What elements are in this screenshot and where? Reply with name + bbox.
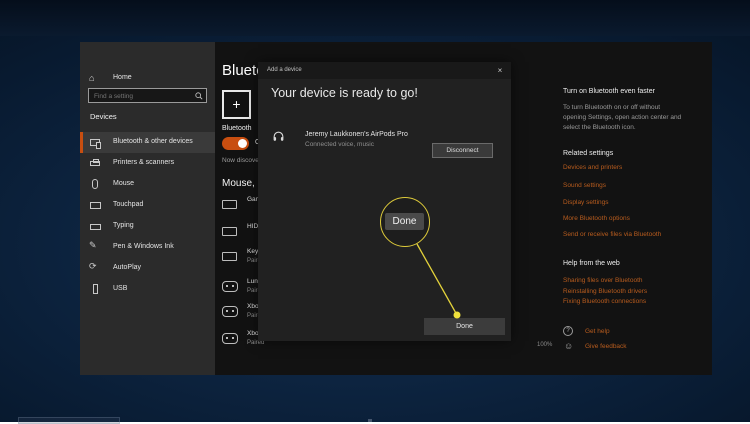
sidebar-item-printers-scanners[interactable]: Printers & scanners <box>80 153 215 174</box>
feedback-icon: ☺ <box>564 341 573 351</box>
gamepad-icon <box>222 306 238 317</box>
wallpaper-horizon-band <box>0 0 750 36</box>
settings-sidebar: ⌂ Home Devices Bluetooth & other devices… <box>80 42 215 375</box>
plus-icon: + <box>232 96 240 112</box>
autoplay-icon: ⟳ <box>89 261 97 272</box>
add-device-button[interactable]: + <box>222 90 251 119</box>
volume-percent-label: 100% <box>537 342 552 348</box>
dialog-title: Add a device <box>267 67 302 73</box>
magnified-done-button: Done <box>385 213 424 230</box>
device-name: Jeremy Laukkonen's AirPods Pro <box>305 131 408 138</box>
related-settings-title: Related settings <box>563 150 613 157</box>
search-box <box>88 88 207 103</box>
gamepad-icon <box>222 333 238 344</box>
sidebar-item-usb[interactable]: USB <box>80 279 215 300</box>
pen-icon: ✎ <box>89 240 97 251</box>
sidebar-section-devices: Devices <box>90 112 117 121</box>
link-reinstalling-drivers[interactable]: Reinstalling Bluetooth drivers <box>563 288 647 295</box>
disconnect-button[interactable]: Disconnect <box>432 143 493 158</box>
link-devices-and-printers[interactable]: Devices and printers <box>563 164 622 171</box>
link-sound-settings[interactable]: Sound settings <box>563 182 606 189</box>
callout-magnifier-circle: Done <box>380 197 430 247</box>
bluetooth-toggle-label: Bluetooth <box>222 125 252 132</box>
link-more-bluetooth-options[interactable]: More Bluetooth options <box>563 215 630 222</box>
keyboard-icon <box>90 224 101 230</box>
sidebar-item-pen-windows-ink[interactable]: ✎ Pen & Windows Ink <box>80 237 215 258</box>
help-from-web-title: Help from the web <box>563 260 620 267</box>
headphones-icon <box>272 130 285 143</box>
mouse-icon <box>92 179 98 189</box>
done-button[interactable]: Done <box>424 318 505 335</box>
bluetooth-toggle[interactable] <box>222 137 249 150</box>
tip-body: To turn Bluetooth on or off without open… <box>563 103 683 133</box>
devices-icon <box>90 139 100 146</box>
get-help-link[interactable]: ? Get help <box>563 326 695 340</box>
link-send-receive-files[interactable]: Send or receive files via Bluetooth <box>563 231 661 238</box>
wallpaper-artifact <box>18 417 120 424</box>
give-feedback-link[interactable]: ☺ Give feedback <box>563 341 695 355</box>
selected-accent-bar <box>80 132 83 153</box>
dialog-titlebar: Add a device × <box>258 62 511 79</box>
usb-icon <box>93 284 98 294</box>
sidebar-item-bluetooth-other-devices[interactable]: Bluetooth & other devices <box>80 132 215 153</box>
help-icon: ? <box>563 326 573 336</box>
link-fixing-connections[interactable]: Fixing Bluetooth connections <box>563 298 646 305</box>
sidebar-item-typing[interactable]: Typing <box>80 216 215 237</box>
link-sharing-files[interactable]: Sharing files over Bluetooth <box>563 277 643 284</box>
add-device-dialog: Add a device × Your device is ready to g… <box>258 62 511 341</box>
touchpad-icon <box>90 202 101 209</box>
home-icon: ⌂ <box>89 73 94 83</box>
sidebar-item-touchpad[interactable]: Touchpad <box>80 195 215 216</box>
sidebar-item-home[interactable]: ⌂ Home <box>80 70 215 88</box>
link-display-settings[interactable]: Display settings <box>563 199 609 206</box>
keyboard-icon <box>222 200 237 209</box>
printer-icon <box>90 161 100 166</box>
tip-title: Turn on Bluetooth even faster <box>563 88 655 95</box>
search-icon <box>195 92 203 100</box>
gamepad-icon <box>222 281 238 292</box>
search-input[interactable] <box>92 89 194 104</box>
sidebar-item-mouse[interactable]: Mouse <box>80 174 215 195</box>
dialog-close-icon[interactable]: × <box>489 62 511 79</box>
keyboard-icon <box>222 227 237 236</box>
keyboard-icon <box>222 252 237 261</box>
sidebar-item-autoplay[interactable]: ⟳ AutoPlay <box>80 258 215 279</box>
toggle-knob <box>238 139 247 148</box>
dialog-heading: Your device is ready to go! <box>271 86 418 100</box>
desktop-wallpaper: Settings – □ × ⌂ Home Devices <box>0 0 750 422</box>
device-status: Connected voice, music <box>305 141 374 148</box>
